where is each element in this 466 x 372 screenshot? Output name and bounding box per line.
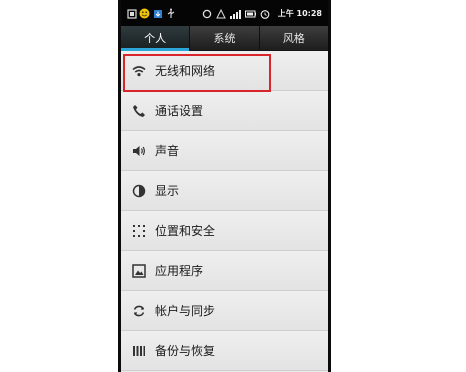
- menu-item-location-security[interactable]: 位置和安全: [121, 211, 328, 251]
- menu-item-label: 备份与恢复: [155, 344, 216, 358]
- menu-item-label: 显示: [155, 184, 180, 198]
- status-bar: 上午 10:28: [121, 0, 328, 26]
- phone-icon: [132, 104, 146, 118]
- menu-item-call-settings[interactable]: 通话设置: [121, 91, 328, 131]
- background-right: [331, 0, 466, 372]
- location-grid-icon: [132, 224, 146, 238]
- status-time: 上午 10:28: [277, 9, 322, 18]
- tab-system[interactable]: 系统: [190, 26, 260, 50]
- brightness-icon: [132, 184, 146, 198]
- menu-item-label: 通话设置: [155, 104, 204, 118]
- alarm-icon: [259, 8, 270, 19]
- signal-icon: [230, 8, 241, 19]
- tab-personal[interactable]: 个人: [121, 26, 191, 51]
- menu-item-label: 帐户与同步: [155, 304, 216, 318]
- menu-item-applications[interactable]: 应用程序: [121, 251, 328, 291]
- highlight-annotation: [123, 54, 271, 92]
- background-left: [0, 0, 118, 372]
- apps-icon: [132, 263, 146, 278]
- battery-icon: [245, 8, 256, 19]
- menu-item-label: 声音: [155, 144, 180, 158]
- alert-icon: [215, 8, 226, 19]
- menu-item-label: 位置和安全: [155, 224, 216, 238]
- menu-item-sound[interactable]: 声音: [121, 131, 328, 171]
- notification-icon: [126, 8, 137, 19]
- download-icon: [152, 8, 163, 19]
- tab-bar: 个人 系统 风格: [121, 26, 328, 51]
- settings-menu: 无线和网络 通话设置 声音 显示 位置和安全 应用程序 帐户与同步 备份与恢复: [121, 51, 328, 371]
- sync-icon: [201, 8, 212, 19]
- menu-item-label: 应用程序: [155, 264, 204, 278]
- menu-item-display[interactable]: 显示: [121, 171, 328, 211]
- speaker-icon: [132, 144, 146, 158]
- emoji-icon: [139, 8, 150, 19]
- sync-icon: [132, 304, 146, 318]
- usb-icon: [165, 8, 176, 19]
- tab-style[interactable]: 风格: [260, 26, 328, 50]
- backup-icon: [132, 344, 146, 358]
- menu-item-backup-restore[interactable]: 备份与恢复: [121, 331, 328, 371]
- menu-item-accounts-sync[interactable]: 帐户与同步: [121, 291, 328, 331]
